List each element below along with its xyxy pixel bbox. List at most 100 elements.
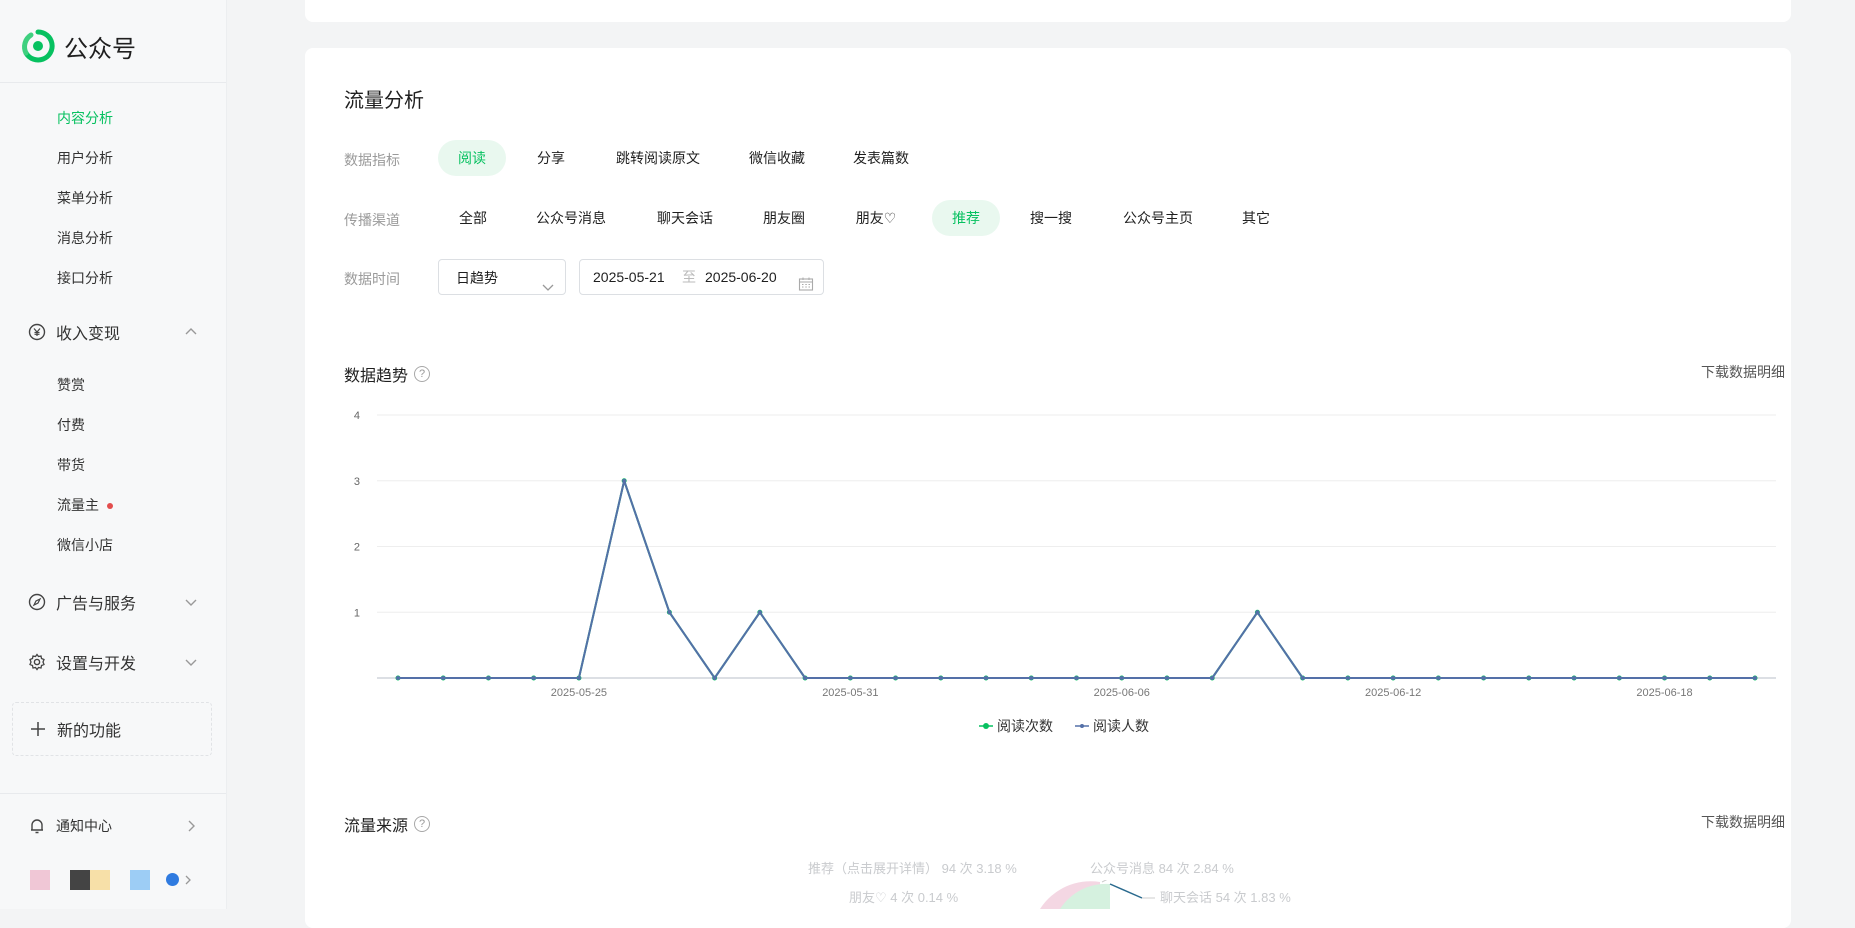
data-point bbox=[1436, 676, 1441, 680]
data-point bbox=[803, 676, 808, 680]
divider bbox=[0, 82, 226, 83]
nav-api-analysis[interactable]: 接口分析 bbox=[57, 268, 113, 288]
data-point bbox=[531, 676, 536, 680]
date-start[interactable]: 2025-05-21 bbox=[593, 260, 665, 294]
compass-icon bbox=[28, 593, 46, 611]
nav-reward[interactable]: 赞赏 bbox=[57, 375, 85, 395]
granularity-select[interactable]: 日趋势 bbox=[438, 259, 566, 295]
chevron-down-icon bbox=[184, 595, 198, 609]
pie-label: 朋友♡ 4 次 0.14 % bbox=[849, 890, 959, 905]
chip-metric-share[interactable]: 分享 bbox=[530, 140, 572, 176]
trend-title: 数据趋势 bbox=[344, 368, 409, 385]
channel-filter-label: 传播渠道 bbox=[344, 212, 400, 228]
avatar bbox=[130, 870, 150, 890]
data-point bbox=[1391, 676, 1396, 680]
date-range-picker[interactable]: 2025-05-21 至 2025-06-20 bbox=[579, 259, 824, 295]
nav-traffic-owner-label: 流量主 bbox=[57, 497, 99, 513]
plus-icon bbox=[29, 720, 47, 738]
data-point bbox=[1753, 676, 1757, 680]
new-features-button[interactable]: 新的功能 bbox=[12, 702, 212, 756]
nav-group-label: 广告与服务 bbox=[56, 596, 137, 613]
data-point bbox=[848, 676, 853, 680]
data-point bbox=[1481, 676, 1486, 680]
nav-selling[interactable]: 带货 bbox=[57, 455, 85, 475]
nav-group-monetize[interactable]: 收入变现 bbox=[28, 318, 198, 346]
date-end[interactable]: 2025-06-20 bbox=[705, 260, 777, 294]
nav-group-settings[interactable]: 设置与开发 bbox=[28, 648, 198, 676]
chip-channel-oa-message[interactable]: 公众号消息 bbox=[530, 200, 612, 236]
nav-content-analysis[interactable]: 内容分析 bbox=[57, 108, 113, 128]
pie-chart-fragment bbox=[1040, 880, 1155, 909]
chart-legend: 阅读次数 阅读人数 bbox=[979, 716, 1171, 736]
avatar bbox=[70, 870, 90, 890]
chip-metric-favorite[interactable]: 微信收藏 bbox=[742, 140, 812, 176]
data-point bbox=[576, 676, 581, 680]
chip-channel-all[interactable]: 全部 bbox=[452, 200, 494, 236]
chip-channel-moments[interactable]: 朋友圈 bbox=[756, 200, 812, 236]
data-point bbox=[1029, 676, 1034, 680]
data-point bbox=[396, 676, 400, 680]
chevron-down-icon bbox=[541, 271, 555, 291]
nav-group-label: 设置与开发 bbox=[56, 656, 137, 673]
top-card bbox=[305, 0, 1791, 22]
help-icon[interactable]: ? bbox=[414, 816, 431, 832]
data-point bbox=[938, 676, 943, 680]
data-point bbox=[441, 676, 446, 680]
granularity-value: 日趋势 bbox=[456, 270, 498, 286]
chip-metric-published[interactable]: 发表篇数 bbox=[846, 140, 916, 176]
logo-icon bbox=[20, 28, 56, 64]
new-features-label: 新的功能 bbox=[57, 723, 122, 740]
verified-icon bbox=[166, 873, 179, 886]
calendar-icon bbox=[798, 270, 814, 291]
sidebar: 公众号 内容分析 用户分析 菜单分析 消息分析 接口分析 收入变现 赞赏 付费 … bbox=[0, 0, 227, 909]
data-point bbox=[1074, 676, 1079, 680]
pie-label: 推荐（点击展开详情） 94 次 3.18 % bbox=[808, 861, 1017, 876]
data-point bbox=[1662, 676, 1667, 680]
data-point bbox=[893, 676, 898, 680]
chip-channel-other[interactable]: 其它 bbox=[1236, 200, 1276, 236]
nav-group-ads[interactable]: 广告与服务 bbox=[28, 588, 198, 616]
chevron-up-icon bbox=[184, 325, 198, 339]
divider bbox=[0, 793, 226, 794]
data-point bbox=[1617, 676, 1622, 680]
source-download-link[interactable]: 下载数据明细 bbox=[1701, 812, 1785, 832]
chip-channel-homepage[interactable]: 公众号主页 bbox=[1118, 200, 1198, 236]
notification-center[interactable]: 通知中心 bbox=[28, 814, 198, 838]
data-point bbox=[622, 478, 627, 483]
chip-channel-friends-like[interactable]: 朋友♡ bbox=[848, 200, 904, 236]
legend-item-reads[interactable]: 阅读次数 bbox=[979, 716, 1053, 736]
red-dot-badge bbox=[107, 503, 113, 510]
chip-channel-search[interactable]: 搜一搜 bbox=[1026, 200, 1076, 236]
x-tick-label: 2025-06-12 bbox=[1365, 687, 1421, 699]
yen-circle-icon bbox=[28, 323, 46, 341]
data-point bbox=[1345, 676, 1350, 680]
nav-traffic-owner[interactable]: 流量主 bbox=[57, 495, 113, 515]
pie-label: 公众号消息 84 次 2.84 % bbox=[1090, 861, 1234, 876]
chip-channel-chat[interactable]: 聊天会话 bbox=[650, 200, 720, 236]
y-tick-label: 1 bbox=[354, 607, 360, 619]
chip-metric-original[interactable]: 跳转阅读原文 bbox=[608, 140, 708, 176]
nav-menu-analysis[interactable]: 菜单分析 bbox=[57, 188, 113, 208]
account-switcher[interactable] bbox=[28, 868, 198, 890]
nav-group-label: 收入变现 bbox=[56, 326, 121, 343]
chip-channel-recommend[interactable]: 推荐 bbox=[932, 200, 1000, 236]
data-point bbox=[1210, 676, 1215, 680]
page-title: 流量分析 bbox=[344, 90, 424, 112]
help-icon[interactable]: ? bbox=[414, 366, 431, 382]
brand[interactable]: 公众号 bbox=[20, 28, 136, 64]
legend-label: 阅读次数 bbox=[997, 718, 1053, 734]
avatar bbox=[30, 870, 50, 890]
source-section-title: 流量来源 ? bbox=[344, 812, 431, 836]
trend-download-link[interactable]: 下载数据明细 bbox=[1701, 362, 1785, 382]
trend-chart: 1 2 3 4 2025-05-25 2025-05-31 2025-06-06 2025-0… bbox=[354, 410, 1776, 699]
nav-paid[interactable]: 付费 bbox=[57, 415, 85, 435]
nav-user-analysis[interactable]: 用户分析 bbox=[57, 148, 113, 168]
chip-metric-read[interactable]: 阅读 bbox=[438, 140, 506, 176]
x-tick-label: 2025-06-18 bbox=[1636, 687, 1692, 699]
legend-item-readers[interactable]: 阅读人数 bbox=[1075, 716, 1149, 736]
nav-wechat-store[interactable]: 微信小店 bbox=[57, 535, 113, 555]
x-tick-label: 2025-06-06 bbox=[1094, 687, 1150, 699]
data-point bbox=[1526, 676, 1531, 680]
nav-message-analysis[interactable]: 消息分析 bbox=[57, 228, 113, 248]
source-title: 流量来源 bbox=[344, 818, 409, 835]
